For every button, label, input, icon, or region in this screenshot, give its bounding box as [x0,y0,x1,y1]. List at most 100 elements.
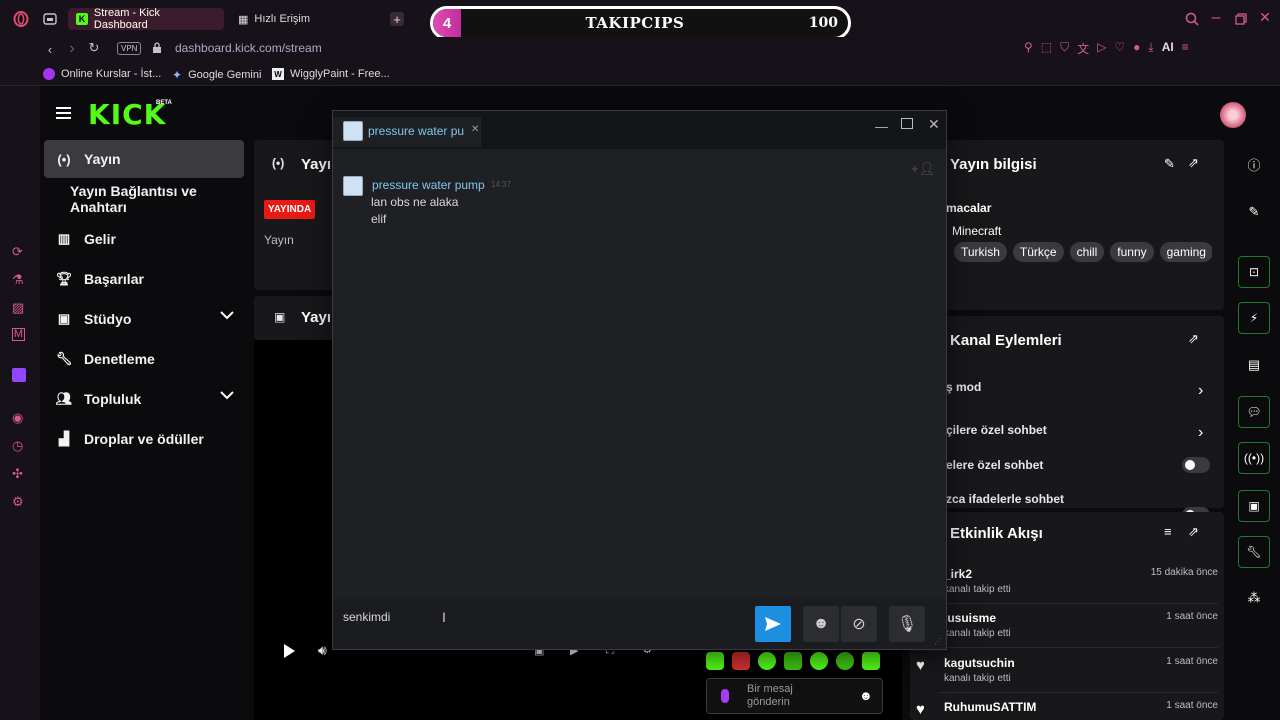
nav-studyo[interactable]: ▣ Stüdyo [44,300,244,338]
broadcast-icon[interactable]: ((•)) [1238,442,1270,474]
minimize-icon[interactable]: – [1208,9,1224,26]
emote-icon[interactable] [784,652,802,670]
reload-icon[interactable]: ↻ [86,40,102,56]
player-icon[interactable]: ◉ [12,410,23,426]
bookmark-google-gemini[interactable]: ✦ Google Gemini [172,68,261,82]
tag-pill[interactable]: Türkçe [1012,242,1064,262]
attach-button[interactable]: ⊘ [841,606,877,642]
info-icon[interactable]: ⓘ [1238,148,1270,180]
edit-icon[interactable]: ✎ [1164,156,1175,172]
nav-stream-key[interactable]: Yayın Bağlantısı ve Anahtarı [44,180,244,218]
popout-icon[interactable]: ⇗ [1188,524,1199,540]
profile-icon[interactable]: ● [1133,40,1140,57]
extensions-icon[interactable]: ✣ [12,466,23,482]
feed-user[interactable]: kagutsuchin [944,656,1015,670]
chevron-right-icon[interactable]: › [1198,424,1203,442]
aria-ai-button[interactable]: AI [1162,40,1174,57]
new-tab-button[interactable]: + [390,12,404,27]
emote-icon[interactable] [810,652,828,670]
channel-actions-panel: Kanal Eylemleri ⇗ ş mod › çilere özel so… [910,316,1224,523]
tag-pill[interactable]: gaming [1159,242,1212,262]
host-icon[interactable]: ▣ [1238,490,1270,522]
lock-icon[interactable] [150,41,164,55]
apps-icon[interactable]: ⁂ [1238,582,1270,614]
m-app-icon[interactable]: M [12,328,25,341]
add-person-icon[interactable]: +👤︎ [911,161,935,177]
emoji-icon[interactable]: ☻ [859,688,873,703]
emoji-button[interactable]: ☻ [803,606,839,642]
tag-pill[interactable]: chill [1069,242,1105,262]
user-avatar[interactable] [1220,102,1246,128]
minimize-icon[interactable]: — [875,119,888,134]
play-icon[interactable]: ▷ [1097,40,1106,57]
search-icon[interactable] [1184,11,1200,27]
close-tab-icon[interactable]: ✕ [471,124,479,135]
vpn-badge[interactable]: VPN [117,42,142,55]
feed-user[interactable]: _irk2 [944,567,972,581]
message-author[interactable]: pressure water pump [372,178,485,192]
screenshot-icon[interactable]: ⊡ [1238,256,1270,288]
send-button[interactable] [755,606,791,642]
stripes-icon[interactable]: ▨ [12,300,24,316]
tag-pill[interactable]: funny [1110,242,1154,262]
bookmark-wigglypaint[interactable]: W WigglyPaint - Free... [272,68,390,80]
forward-icon[interactable]: › [64,40,80,57]
tag-pill[interactable]: Turkish [954,242,1007,262]
emote-icon[interactable] [862,652,880,670]
filter-icon[interactable]: ≡ [1164,524,1172,539]
nav-gelir[interactable]: ▥ Gelir [44,220,244,258]
nav-topluluk[interactable]: 👥︎ Topluluk [44,380,244,418]
aria-icon[interactable]: ⟳ [12,244,23,260]
tab-islands-icon[interactable] [42,12,58,26]
close-icon[interactable]: ✕ [1257,9,1273,25]
chat-window-tab[interactable]: pressure water pu ✕ [333,117,481,147]
pin-icon[interactable]: ⚲ [1024,40,1033,57]
voice-button[interactable]: 🎙︎ [889,606,925,642]
popout-icon[interactable]: ⇗ [1188,155,1199,171]
nav-yayin[interactable]: (•) Yayın [44,140,244,178]
shield-icon[interactable]: ⛉ [1060,40,1069,57]
user-avatar[interactable] [343,176,363,196]
chat-window-input[interactable]: senkimdi I [333,599,753,649]
back-icon[interactable]: ‹ [42,41,58,57]
nav-denetleme[interactable]: 🔧︎ Denetleme [44,340,244,378]
lightning-icon[interactable]: ⚡︎ [1238,302,1270,334]
microphone-icon[interactable] [721,689,729,703]
twitch-icon[interactable] [12,368,26,382]
emote-icon[interactable] [758,652,776,670]
menu-icon[interactable]: ≡ [1182,40,1189,57]
emote-icon[interactable] [732,652,750,670]
volume-icon[interactable]: 🔊︎ [318,642,327,659]
wrench-icon[interactable]: 🔧︎ [1238,536,1270,568]
history-icon[interactable]: ◷ [12,438,23,454]
resize-grip-icon[interactable]: ⋰ [934,637,942,646]
edit-icon[interactable]: ✎ [1238,196,1270,228]
heart-icon[interactable]: ♡ [1114,40,1125,57]
popout-icon[interactable]: ⇗ [1188,331,1199,347]
url-text[interactable]: dashboard.kick.com/stream [175,41,322,55]
notes-icon[interactable]: ▤ [1238,349,1270,381]
translate-icon[interactable]: 文 [1077,40,1089,57]
emote-icon[interactable] [836,652,854,670]
nav-droplar[interactable]: ▟ Droplar ve ödüller [44,420,244,458]
download-icon[interactable]: ⤓ [1148,40,1153,57]
settings-icon[interactable]: ⚙ [12,494,24,510]
play-icon[interactable] [284,644,295,658]
nav-basarilar[interactable]: 🏆︎ Başarılar [44,260,244,298]
feed-user[interactable]: lusuisme [944,611,996,625]
chat-message-input[interactable]: Bir mesaj gönderin ☻ [706,678,883,714]
tab-speed-dial[interactable]: ▦ Hızlı Erişim [230,8,350,30]
followers-only-toggle[interactable] [1182,457,1210,473]
chat-icon[interactable]: 💬︎ [1238,396,1270,428]
opera-logo-icon[interactable] [12,10,30,28]
flask-icon[interactable]: ⚗ [12,272,24,288]
emote-icon[interactable] [706,652,724,670]
tab-kick-dashboard[interactable]: K Stream - Kick Dashboard [68,7,224,31]
feed-user[interactable]: RuhumuSATTIM [944,700,1036,714]
close-icon[interactable]: ✕ [928,116,940,133]
bookmark-online-kurslar[interactable]: Online Kurslar - İst... [43,68,161,80]
snapshot-icon[interactable]: ⬚ [1041,40,1052,57]
restore-icon[interactable] [1233,11,1249,27]
maximize-icon[interactable] [901,118,913,129]
chevron-right-icon[interactable]: › [1198,382,1203,400]
